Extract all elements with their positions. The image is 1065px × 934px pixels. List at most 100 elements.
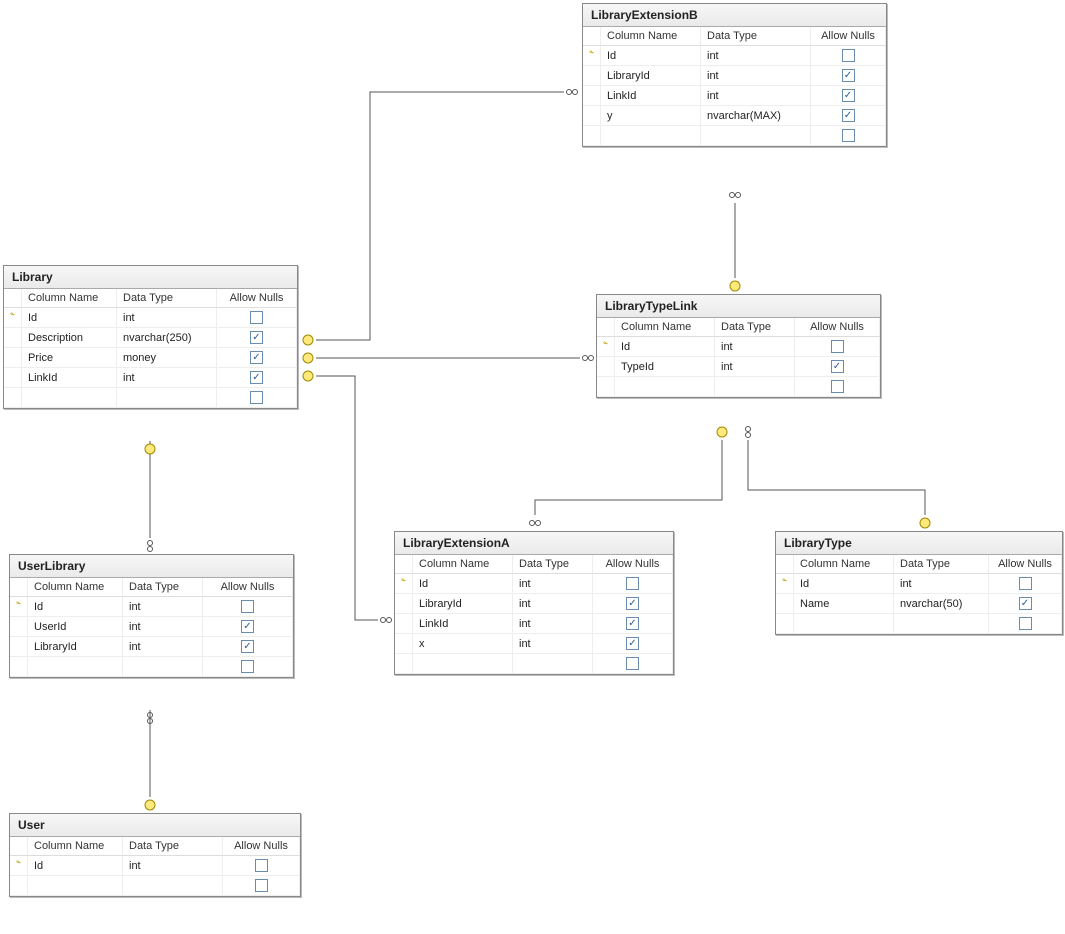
checkbox-icon[interactable] bbox=[831, 380, 844, 393]
column-name-cell[interactable]: Id bbox=[413, 574, 513, 594]
allow-nulls-cell[interactable] bbox=[223, 856, 300, 876]
data-type-cell[interactable]: int bbox=[715, 357, 795, 377]
checkbox-icon[interactable] bbox=[250, 331, 263, 344]
primary-key-icon bbox=[589, 50, 594, 62]
checkbox-icon[interactable] bbox=[250, 371, 263, 384]
checkbox-icon[interactable] bbox=[626, 637, 639, 650]
data-type-cell[interactable]: nvarchar(50) bbox=[894, 594, 989, 614]
column-name-cell[interactable]: LinkId bbox=[601, 86, 701, 106]
data-type-cell[interactable]: money bbox=[117, 348, 217, 368]
checkbox-icon[interactable] bbox=[626, 617, 639, 630]
column-name-cell[interactable]: LibraryId bbox=[413, 594, 513, 614]
allow-nulls-cell[interactable] bbox=[811, 66, 886, 86]
data-type-cell[interactable]: int bbox=[123, 617, 203, 637]
column-name-cell[interactable]: LinkId bbox=[413, 614, 513, 634]
checkbox-icon[interactable] bbox=[241, 620, 254, 633]
column-name-cell[interactable]: Description bbox=[22, 328, 117, 348]
allow-nulls-cell[interactable] bbox=[593, 634, 673, 654]
table-library[interactable]: LibraryColumn NameData TypeAllow NullsId… bbox=[3, 265, 298, 409]
checkbox-icon[interactable] bbox=[241, 640, 254, 653]
data-type-cell[interactable]: int bbox=[513, 594, 593, 614]
checkbox-icon[interactable] bbox=[250, 391, 263, 404]
checkbox-icon[interactable] bbox=[831, 360, 844, 373]
table-library-type-link[interactable]: LibraryTypeLinkColumn NameData TypeAllow… bbox=[596, 294, 881, 398]
diagram-canvas[interactable]: LibraryExtensionBColumn NameData TypeAll… bbox=[0, 0, 1065, 934]
allow-nulls-cell[interactable] bbox=[593, 574, 673, 594]
table-user[interactable]: UserColumn NameData TypeAllow NullsIdint bbox=[9, 813, 301, 897]
allow-nulls-cell[interactable] bbox=[217, 368, 297, 388]
allow-nulls-cell[interactable] bbox=[203, 597, 293, 617]
data-type-cell[interactable]: int bbox=[117, 308, 217, 328]
column-name-cell[interactable]: TypeId bbox=[615, 357, 715, 377]
table-library-extension-a[interactable]: LibraryExtensionAColumn NameData TypeAll… bbox=[394, 531, 674, 675]
checkbox-icon[interactable] bbox=[1019, 577, 1032, 590]
allow-nulls-cell[interactable] bbox=[217, 348, 297, 368]
column-name-cell[interactable]: y bbox=[601, 106, 701, 126]
column-name-cell[interactable]: Id bbox=[28, 597, 123, 617]
column-name-cell[interactable]: Id bbox=[601, 46, 701, 66]
checkbox-icon[interactable] bbox=[1019, 597, 1032, 610]
column-name-cell[interactable]: Id bbox=[794, 574, 894, 594]
data-type-cell[interactable]: int bbox=[117, 368, 217, 388]
table-user-library[interactable]: UserLibraryColumn NameData TypeAllow Nul… bbox=[9, 554, 294, 678]
checkbox-icon[interactable] bbox=[250, 351, 263, 364]
allow-nulls-cell[interactable] bbox=[811, 86, 886, 106]
allow-nulls-cell[interactable] bbox=[811, 106, 886, 126]
checkbox-icon[interactable] bbox=[250, 311, 263, 324]
allow-nulls-cell[interactable] bbox=[989, 594, 1062, 614]
checkbox-icon[interactable] bbox=[842, 109, 855, 122]
allow-nulls-cell[interactable] bbox=[203, 617, 293, 637]
checkbox-icon[interactable] bbox=[241, 600, 254, 613]
data-type-cell[interactable]: int bbox=[701, 86, 811, 106]
allow-nulls-cell[interactable] bbox=[593, 594, 673, 614]
data-type-cell[interactable]: int bbox=[513, 634, 593, 654]
column-name-cell[interactable]: LinkId bbox=[22, 368, 117, 388]
allow-nulls-cell[interactable] bbox=[203, 637, 293, 657]
data-type-cell[interactable]: int bbox=[513, 574, 593, 594]
checkbox-icon[interactable] bbox=[255, 879, 268, 892]
data-type-cell[interactable]: int bbox=[123, 597, 203, 617]
allow-nulls-cell[interactable] bbox=[795, 357, 880, 377]
data-type-cell[interactable]: nvarchar(250) bbox=[117, 328, 217, 348]
column-name-cell[interactable]: Id bbox=[22, 308, 117, 328]
checkbox-icon[interactable] bbox=[626, 577, 639, 590]
header-allow-nulls: Allow Nulls bbox=[795, 318, 880, 337]
allow-nulls-cell[interactable] bbox=[217, 308, 297, 328]
allow-nulls-cell[interactable] bbox=[989, 574, 1062, 594]
allow-nulls-cell[interactable] bbox=[811, 46, 886, 66]
data-type-cell[interactable]: int bbox=[715, 337, 795, 357]
header-key bbox=[776, 555, 794, 574]
data-type-cell[interactable]: int bbox=[123, 856, 223, 876]
checkbox-icon[interactable] bbox=[626, 597, 639, 610]
data-type-cell[interactable]: int bbox=[513, 614, 593, 634]
column-name-cell[interactable]: Id bbox=[28, 856, 123, 876]
checkbox-icon[interactable] bbox=[1019, 617, 1032, 630]
allow-nulls-cell[interactable] bbox=[217, 328, 297, 348]
primary-key-icon bbox=[603, 341, 608, 353]
checkbox-icon[interactable] bbox=[241, 660, 254, 673]
checkbox-icon[interactable] bbox=[842, 49, 855, 62]
column-name-cell[interactable]: LibraryId bbox=[601, 66, 701, 86]
data-type-cell[interactable]: int bbox=[701, 46, 811, 66]
checkbox-icon[interactable] bbox=[255, 859, 268, 872]
data-type-cell[interactable]: nvarchar(MAX) bbox=[701, 106, 811, 126]
column-name-cell[interactable]: Price bbox=[22, 348, 117, 368]
column-name-cell[interactable]: UserId bbox=[28, 617, 123, 637]
data-type-cell[interactable]: int bbox=[123, 637, 203, 657]
header-allow-nulls: Allow Nulls bbox=[989, 555, 1062, 574]
data-type-cell[interactable]: int bbox=[894, 574, 989, 594]
column-name-cell[interactable]: Id bbox=[615, 337, 715, 357]
checkbox-icon[interactable] bbox=[842, 129, 855, 142]
allow-nulls-cell[interactable] bbox=[795, 337, 880, 357]
column-name-cell[interactable]: Name bbox=[794, 594, 894, 614]
column-name-cell[interactable]: x bbox=[413, 634, 513, 654]
checkbox-icon[interactable] bbox=[842, 89, 855, 102]
checkbox-icon[interactable] bbox=[831, 340, 844, 353]
checkbox-icon[interactable] bbox=[626, 657, 639, 670]
column-name-cell[interactable]: LibraryId bbox=[28, 637, 123, 657]
table-library-extension-b[interactable]: LibraryExtensionBColumn NameData TypeAll… bbox=[582, 3, 887, 147]
table-library-type[interactable]: LibraryTypeColumn NameData TypeAllow Nul… bbox=[775, 531, 1063, 635]
allow-nulls-cell[interactable] bbox=[593, 614, 673, 634]
data-type-cell[interactable]: int bbox=[701, 66, 811, 86]
checkbox-icon[interactable] bbox=[842, 69, 855, 82]
